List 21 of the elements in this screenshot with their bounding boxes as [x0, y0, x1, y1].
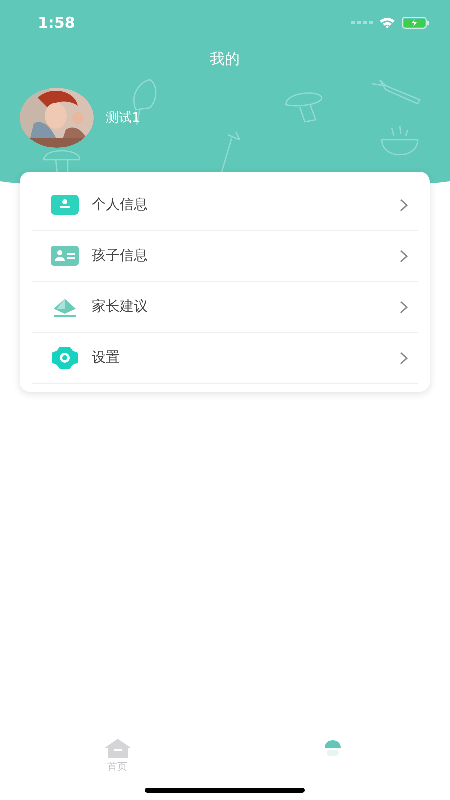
menu-item[interactable]: 设置	[32, 333, 418, 384]
home-icon	[104, 738, 132, 758]
user-name: 测试1	[106, 110, 140, 127]
settings-icon	[51, 346, 79, 370]
menu-item[interactable]: 个人信息	[32, 180, 418, 231]
battery-charging-icon	[402, 17, 430, 29]
menu-item[interactable]: 家长建议	[32, 282, 418, 333]
chevron-right-icon	[400, 250, 408, 262]
page-title: 我的	[210, 50, 240, 69]
cellular-signal-icon	[351, 21, 373, 25]
chevron-right-icon	[400, 198, 408, 212]
chevron-right-icon	[400, 300, 408, 314]
chevron-right-icon	[400, 352, 408, 364]
tab-label: 首页	[108, 761, 128, 774]
contact-card-icon	[51, 246, 79, 266]
envelope-icon	[52, 297, 78, 317]
person-icon	[322, 738, 342, 756]
menu-item[interactable]: 孩子信息	[32, 231, 418, 282]
status-time: 1:58	[38, 14, 76, 32]
person-id-icon	[51, 195, 79, 215]
wifi-icon	[379, 17, 396, 29]
